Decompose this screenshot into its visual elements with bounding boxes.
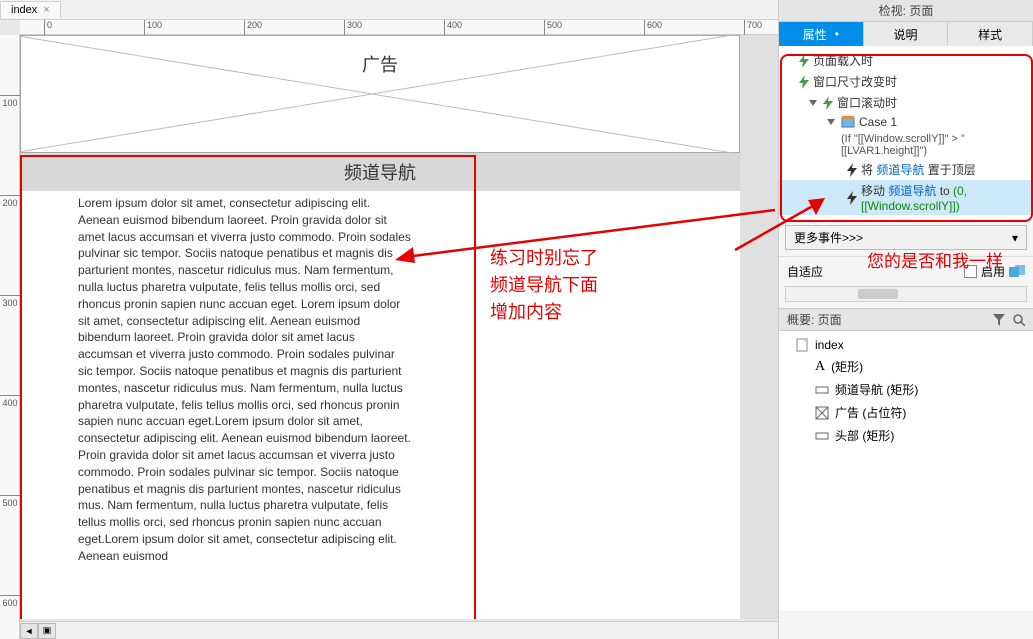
ruler-mark: 200 [0,195,20,208]
lorem-text-widget[interactable]: Lorem ipsum dolor sit amet, consectetur … [78,195,412,565]
chevron-down-icon: ▾ [1012,231,1018,245]
event-window-scroll[interactable]: 窗口滚动时 [779,92,1033,113]
outline-panel: 概要: 页面 index A (矩形) 频道导航 (矩形) 广告 (占位符) [779,308,1033,611]
filter-icon[interactable] [993,314,1005,326]
ruler-mark: 600 [644,20,662,35]
ruler-mark: 100 [0,95,20,108]
tab-properties[interactable]: 属性 • [779,22,864,46]
case-icon [841,115,855,129]
tab-notes[interactable]: 说明 [864,22,949,46]
preset-icon[interactable] [1009,265,1025,279]
outline-page-item[interactable]: index [779,335,1033,355]
horizontal-ruler: 0 100 200 300 400 500 600 700 [20,20,778,35]
ad-label: 广告 [357,51,403,77]
expand-icon[interactable] [809,100,817,106]
rect-icon [815,429,829,443]
vertical-ruler: 100 200 300 400 500 600 [0,35,20,639]
panel-scrollbar[interactable] [785,286,1027,302]
ruler-mark: 400 [444,20,462,35]
action-bring-front[interactable]: 将 频道导航 置于顶层 [779,159,1033,180]
ad-placeholder-widget[interactable]: 广告 [20,35,740,153]
tab-label: index [11,4,37,16]
annotation-text-canvas: 练习时别忘了 频道导航下面 增加内容 [490,245,598,326]
inspector-tabs: 属性 • 说明 样式 [779,22,1033,46]
outline-header-item[interactable]: 头部 (矩形) [779,424,1033,447]
tab-style[interactable]: 样式 [948,22,1033,46]
ruler-mark: 500 [0,495,20,508]
lightning-icon [823,96,833,110]
lightning-icon [799,75,809,89]
event-page-load[interactable]: 页面载入时 [779,50,1033,71]
case-condition[interactable]: (If "[[Window.scrollY]]" > "[[LVAR1.heig… [779,131,1033,159]
events-tree: 页面载入时 窗口尺寸改变时 窗口滚动时 Case 1 (If "[[Window… [779,46,1033,219]
outline-ad-item[interactable]: 广告 (占位符) [779,401,1033,424]
close-icon[interactable]: × [43,4,49,16]
search-icon[interactable] [1013,314,1025,326]
page-canvas[interactable]: 广告 频道导航 Lorem ipsum dolor sit amet, cons… [20,35,740,619]
right-panel: 检视: 页面 属性 • 说明 样式 页面载入时 窗口尺寸改变时 窗口滚动时 Ca… [778,0,1033,639]
adaptive-label: 自适应 [787,263,823,280]
page-tab[interactable]: index × [0,1,61,18]
widget-link[interactable]: 频道导航 [888,184,936,198]
outline-channel-nav-item[interactable]: 频道导航 (矩形) [779,378,1033,401]
action-move[interactable]: 移动 频道导航 to (0, [[Window.scrollY]]) [779,180,1033,215]
ruler-mark: 600 [0,595,20,608]
scroll-tab-button[interactable]: ▣ [38,623,56,639]
ruler-mark: 0 [44,20,52,35]
text-icon: A [815,359,825,375]
ruler-mark: 700 [744,20,762,35]
outline-header: 概要: 页面 [779,309,1033,331]
ruler-mark: 300 [0,295,20,308]
annotation-text-right: 您的是否和我一样 [867,247,1003,272]
rect-icon [815,383,829,397]
case-item[interactable]: Case 1 [779,113,1033,131]
outline-rect-item[interactable]: A (矩形) [779,355,1033,378]
outline-tree: index A (矩形) 频道导航 (矩形) 广告 (占位符) 头部 (矩形) [779,331,1033,611]
lightning-icon [799,54,809,68]
workspace[interactable]: 广告 频道导航 Lorem ipsum dolor sit amet, cons… [20,35,778,619]
scroll-left-button[interactable]: ◄ [20,623,38,639]
lightning-icon [847,163,857,177]
ruler-mark: 500 [544,20,562,35]
scrollbar-thumb[interactable] [858,289,898,299]
channel-nav-widget[interactable]: 频道导航 [20,153,740,191]
ruler-mark: 200 [244,20,262,35]
tab-strip: index × [0,0,778,20]
ruler-mark: 300 [344,20,362,35]
ruler-mark: 100 [144,20,162,35]
horizontal-scrollbar[interactable]: ◄ ▣ [20,621,778,639]
ruler-mark: 400 [0,395,20,408]
widget-link[interactable]: 频道导航 [876,163,924,177]
lightning-icon [847,191,857,205]
expand-icon[interactable] [827,119,835,125]
placeholder-icon [815,406,829,420]
page-icon [795,338,809,352]
inspector-header: 检视: 页面 [779,0,1033,22]
event-window-resize[interactable]: 窗口尺寸改变时 [779,71,1033,92]
canvas-area: index × 0 100 200 300 400 500 600 700 10… [0,0,778,639]
